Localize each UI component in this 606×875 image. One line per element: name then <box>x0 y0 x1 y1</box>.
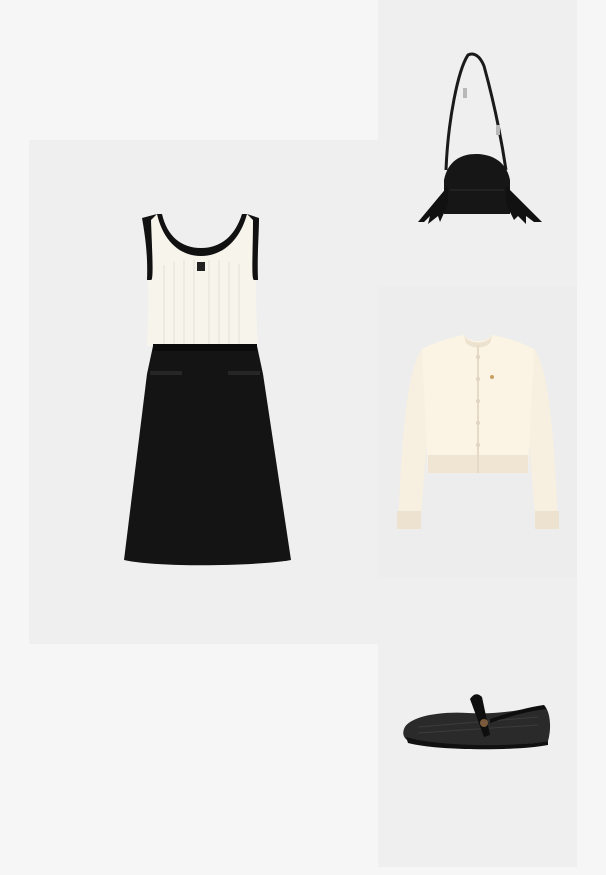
bag-fringe-right <box>506 186 542 224</box>
bag-body <box>444 154 510 214</box>
bag-fringe-left <box>418 186 448 224</box>
tank-top <box>142 214 259 346</box>
cardigan-image[interactable] <box>378 287 577 577</box>
handbag-image[interactable] <box>378 0 577 287</box>
skirt <box>124 346 291 566</box>
dress-image[interactable] <box>29 140 378 644</box>
shoe-panel <box>378 577 577 867</box>
bag-strap <box>444 52 508 171</box>
cardigan-panel <box>378 287 577 577</box>
buckle-icon <box>480 719 488 727</box>
logo-mark <box>197 262 205 271</box>
flat-shoe-image[interactable] <box>378 577 577 867</box>
dress-panel <box>29 140 378 644</box>
handbag-panel <box>378 0 577 287</box>
outfit-board: { "board": { "items": [ {"name": "dress"… <box>0 0 606 875</box>
logo-mark <box>490 375 494 379</box>
